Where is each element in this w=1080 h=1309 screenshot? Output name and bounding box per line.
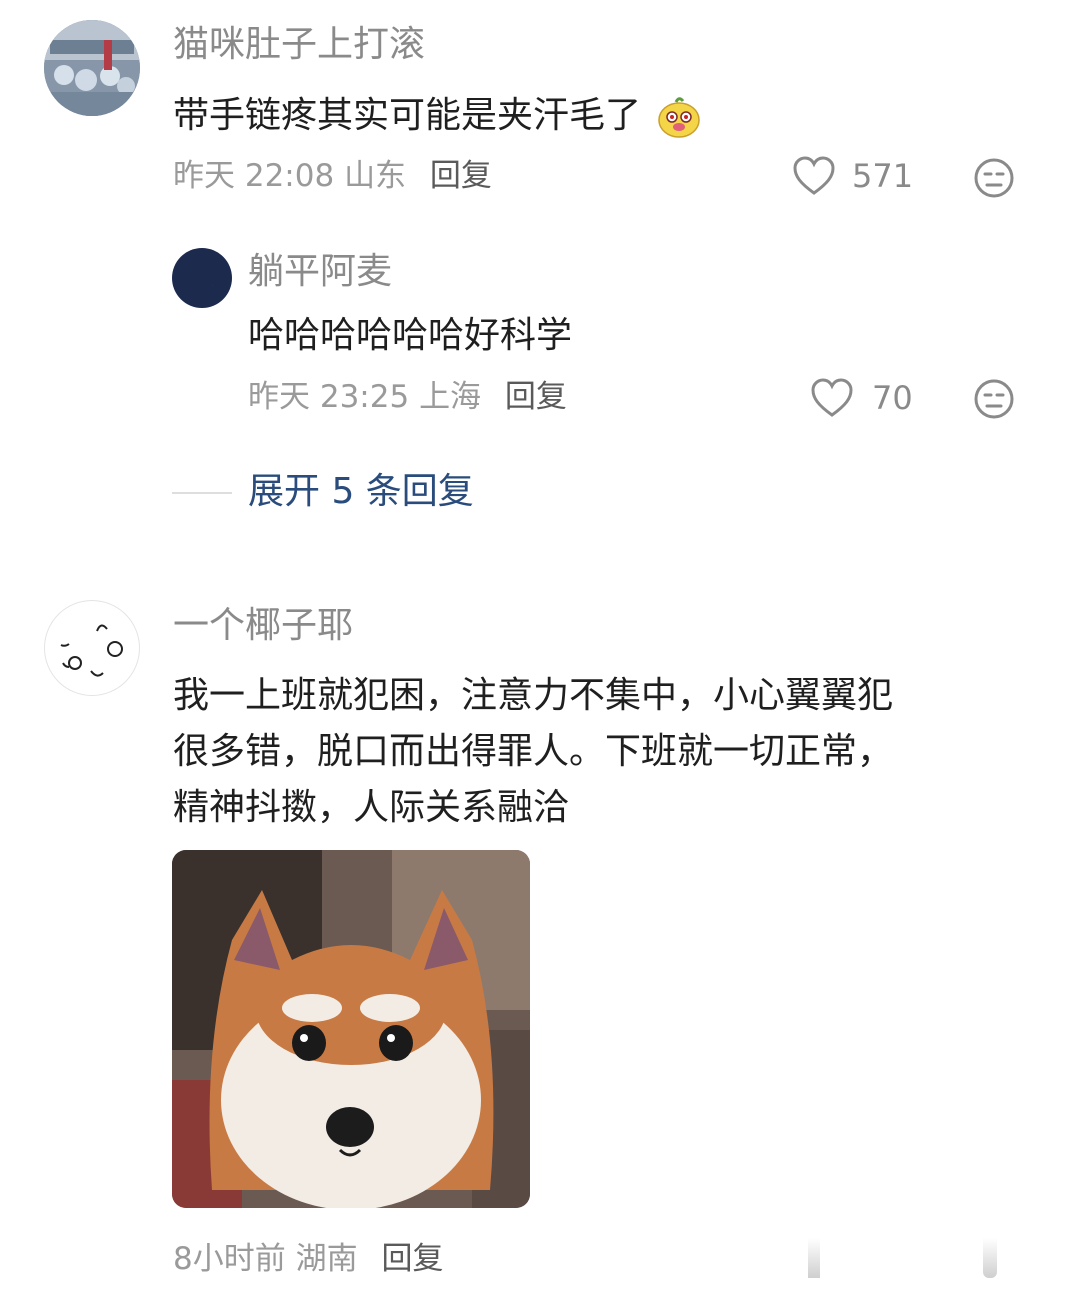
reply-location: 上海 <box>419 379 482 415</box>
comment-text-line: 精神抖擞，人际关系融洽 <box>173 787 570 828</box>
comment-meta: 8小时前 湖南 回复 <box>173 1244 443 1275</box>
moon-icon <box>190 262 217 292</box>
avatar[interactable] <box>44 600 140 696</box>
comment-location: 山东 <box>344 158 407 194</box>
comment-text: 我一上班就犯困，注意力不集中，小心翼翼犯 很多错，脱口而出得罪人。下班就一切正常… <box>173 668 1033 836</box>
reply-button[interactable]: 回复 <box>430 158 492 194</box>
heart-icon <box>792 156 836 196</box>
reply-text: 哈哈哈哈哈哈好科学 <box>248 315 573 356</box>
like-count: 571 <box>852 157 914 195</box>
dislike-face-icon[interactable] <box>983 1238 997 1278</box>
reply-button[interactable]: 回复 <box>505 379 567 415</box>
reply-username[interactable]: 躺平阿麦 <box>248 254 392 290</box>
reply-time: 昨天 23:25 <box>248 379 410 415</box>
comment-text: 带手链疼其实可能是夹汗毛了 <box>173 88 702 144</box>
comment-text-line: 很多错，脱口而出得罪人。下班就一切正常， <box>173 731 894 772</box>
dislike-face-icon[interactable] <box>973 157 1015 199</box>
reply-button[interactable]: 回复 <box>381 1241 443 1277</box>
comment-time: 8小时前 <box>173 1241 286 1277</box>
expand-divider <box>172 492 232 494</box>
heart-icon[interactable] <box>808 1238 820 1278</box>
like-button[interactable]: 571 <box>792 156 913 196</box>
shiba-dog-photo[interactable] <box>172 850 530 1208</box>
avatar[interactable] <box>44 20 140 116</box>
heart-icon <box>810 378 854 418</box>
comment-text-line: 我一上班就犯困，注意力不集中，小心翼翼犯 <box>173 675 894 716</box>
comment-username[interactable]: 猫咪肚子上打滚 <box>173 27 425 63</box>
like-button[interactable]: 70 <box>810 378 913 418</box>
like-count: 70 <box>872 379 913 417</box>
comment-text-content: 带手链疼其实可能是夹汗毛了 <box>173 95 642 136</box>
reply-avatar[interactable] <box>172 248 232 308</box>
reply-meta: 昨天 23:25 上海 回复 <box>248 382 567 413</box>
comment-meta: 昨天 22:08 山东 回复 <box>173 161 492 192</box>
comment-location: 湖南 <box>295 1241 358 1277</box>
expand-replies-link[interactable]: 展开 5 条回复 <box>248 474 474 510</box>
comment-username[interactable]: 一个椰子耶 <box>173 608 353 644</box>
dislike-face-icon[interactable] <box>973 378 1015 420</box>
smiling-mascot-emoji-icon <box>656 94 702 140</box>
comment-time: 昨天 22:08 <box>173 158 335 194</box>
